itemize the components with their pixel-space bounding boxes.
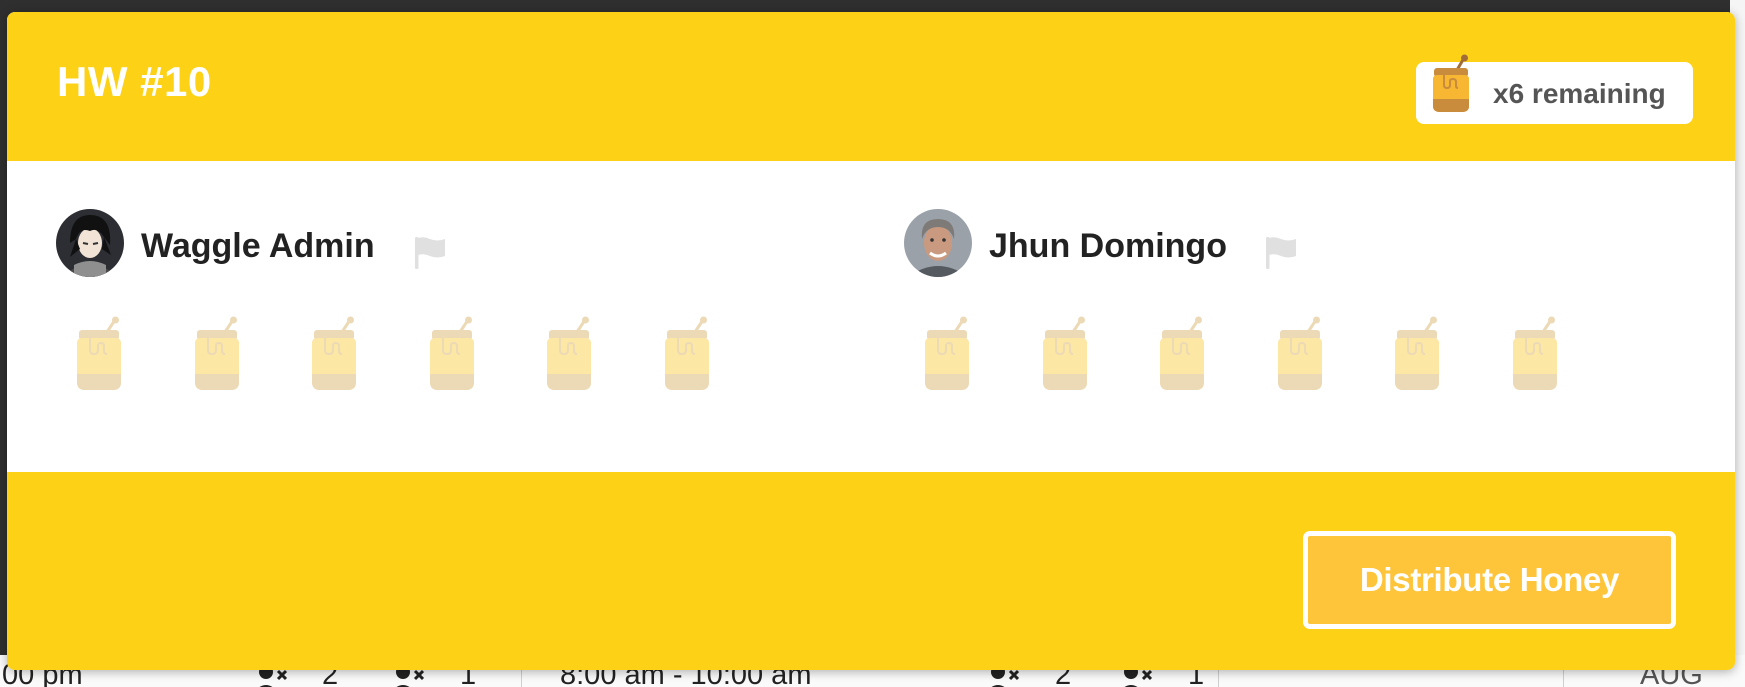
remaining-count: x6 remaining [1493, 78, 1666, 109]
honey-distribution-modal: HW #10 x6 remaining Waggle Admin Jhun Do… [7, 12, 1735, 670]
honey-jar-icon[interactable] [1272, 316, 1328, 396]
member-card: Waggle Admin [7, 161, 767, 472]
distribute-honey-button[interactable]: Distribute Honey [1303, 531, 1676, 629]
honey-jar-icon[interactable] [659, 316, 715, 396]
honey-jar-icon[interactable] [71, 316, 127, 396]
flag-icon[interactable] [1263, 235, 1299, 271]
modal-title: HW #10 [57, 58, 212, 105]
honey-jar-icon[interactable] [541, 316, 597, 396]
member-name: Jhun Domingo [989, 227, 1227, 265]
member-name: Waggle Admin [141, 227, 375, 265]
honey-jar-icon[interactable] [1389, 316, 1445, 396]
honey-jar-icon [1433, 54, 1469, 112]
honey-remaining-badge: x6 remaining [1416, 54, 1693, 124]
avatar [56, 209, 124, 277]
avatar [904, 209, 972, 277]
member-card: Jhun Domingo [855, 161, 1615, 472]
honey-jar-icon[interactable] [424, 316, 480, 396]
honey-jar-icon[interactable] [919, 316, 975, 396]
modal-footer: Distribute Honey [7, 472, 1735, 670]
flag-icon[interactable] [412, 235, 448, 271]
honey-jar-icon[interactable] [1507, 316, 1563, 396]
modal-body: Waggle Admin Jhun Domingo [7, 161, 1735, 472]
honey-jar-icon[interactable] [1037, 316, 1093, 396]
honey-jar-icon[interactable] [306, 316, 362, 396]
modal-header: HW #10 x6 remaining [7, 12, 1735, 161]
honey-jar-icon[interactable] [189, 316, 245, 396]
honey-jar-icon[interactable] [1154, 316, 1210, 396]
